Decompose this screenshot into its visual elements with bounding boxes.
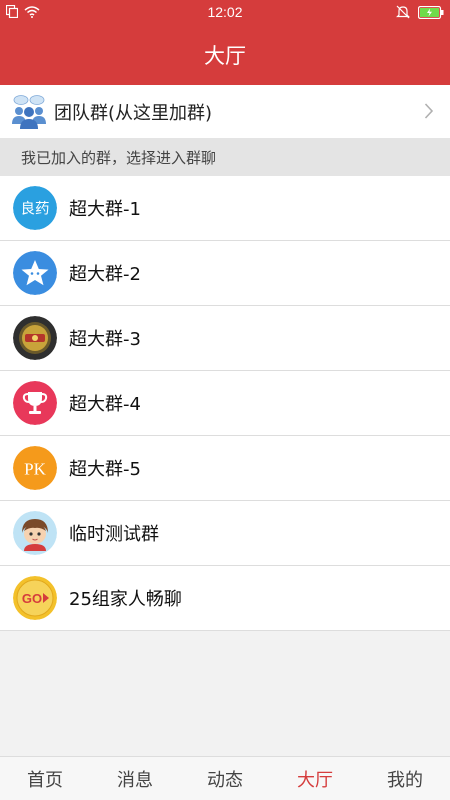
bottom-tab-bar: 首页 消息 动态 大厅 我的 — [0, 756, 450, 800]
status-bar: 12:02 — [0, 0, 450, 25]
group-avatar-text: PK — [24, 460, 46, 479]
group-name: 25组家人畅聊 — [69, 589, 182, 610]
group-item-7[interactable]: GO 25组家人畅聊 — [0, 566, 450, 631]
cartoon-boy-avatar-icon — [13, 511, 57, 555]
team-group-label: 团队群(从这里加群) — [54, 102, 213, 124]
group-item-6[interactable]: 临时测试群 — [0, 501, 450, 566]
chevron-right-icon — [424, 103, 434, 119]
group-avatar-text: 良药 — [21, 201, 50, 218]
trophy-icon — [13, 381, 57, 425]
group-list: 良药 超大群-1 超大群-2 超大群-3 超大群-4 PK 超大群-5 临时测试… — [0, 176, 450, 631]
group-name: 超大群-2 — [69, 264, 141, 285]
group-name: 临时测试群 — [69, 524, 159, 545]
group-name: 超大群-1 — [69, 199, 141, 220]
tab-moments[interactable]: 动态 — [180, 757, 270, 800]
tab-home[interactable]: 首页 — [0, 757, 90, 800]
group-name: 超大群-3 — [69, 329, 141, 350]
group-item-4[interactable]: 超大群-4 — [0, 371, 450, 436]
status-time: 12:02 — [207, 4, 243, 20]
group-avatar: 良药 — [13, 186, 57, 230]
battery-icon — [418, 5, 444, 19]
star-avatar-icon — [13, 251, 57, 295]
status-right — [396, 5, 444, 19]
group-avatar-text: GO — [22, 591, 42, 606]
group-avatar — [13, 381, 57, 425]
mute-bell-icon — [396, 5, 410, 19]
tab-mine[interactable]: 我的 — [360, 757, 450, 800]
group-name: 超大群-5 — [69, 459, 141, 480]
joined-groups-header: 我已加入的群，选择进入群聊 — [0, 138, 450, 176]
page-title: 大厅 — [204, 44, 246, 68]
group-item-3[interactable]: 超大群-3 — [0, 306, 450, 371]
group-avatar: GO — [13, 576, 57, 620]
group-avatar — [13, 511, 57, 555]
group-avatar: PK — [13, 446, 57, 490]
group-avatar — [13, 251, 57, 295]
team-icon — [12, 94, 46, 129]
group-item-2[interactable]: 超大群-2 — [0, 241, 450, 306]
team-group-entry[interactable]: 团队群(从这里加群) — [0, 85, 450, 138]
app-header: 大厅 — [0, 25, 450, 85]
tab-messages[interactable]: 消息 — [90, 757, 180, 800]
group-avatar — [13, 316, 57, 360]
badge-avatar-icon — [13, 316, 57, 360]
tab-hall[interactable]: 大厅 — [270, 757, 360, 800]
group-item-1[interactable]: 良药 超大群-1 — [0, 176, 450, 241]
group-item-5[interactable]: PK 超大群-5 — [0, 436, 450, 501]
group-name: 超大群-4 — [69, 394, 141, 415]
